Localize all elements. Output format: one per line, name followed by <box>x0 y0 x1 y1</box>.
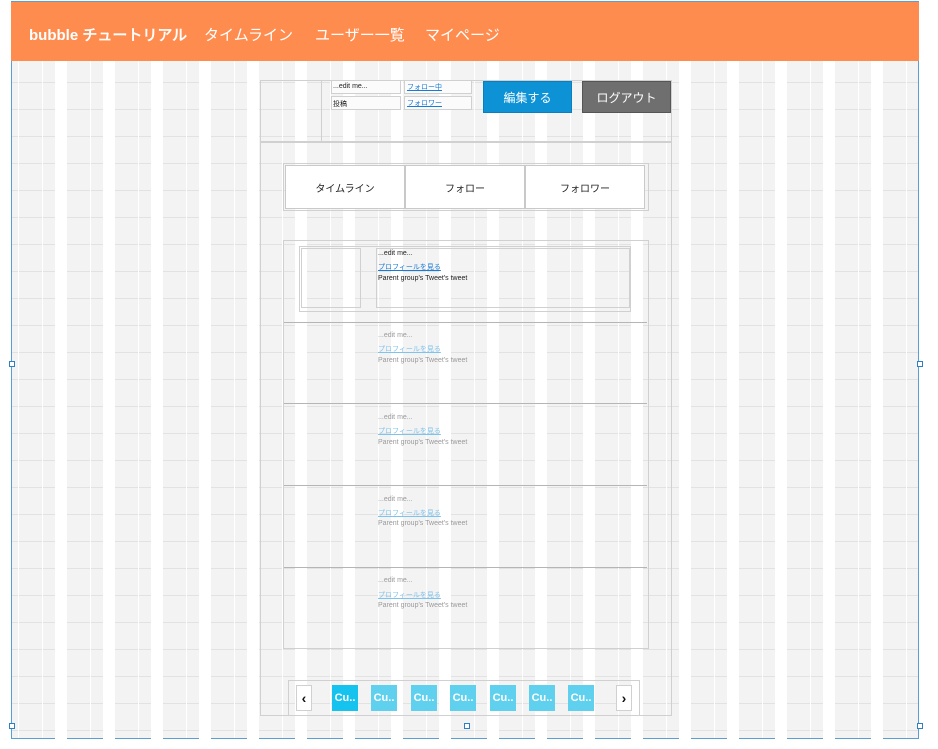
view-profile-link[interactable]: プロフィールを見る <box>378 262 441 272</box>
posts-label: 投稿 <box>333 101 347 108</box>
tweet-text: Parent group's Tweet's tweet <box>378 275 468 282</box>
cell-divider <box>284 485 647 486</box>
tweet-text: Parent group's Tweet's tweet <box>378 439 468 446</box>
resize-handle[interactable] <box>9 361 15 367</box>
following-link[interactable]: フォロー中 <box>407 82 442 92</box>
tweet-text: Parent group's Tweet's tweet <box>378 520 468 527</box>
cell-divider <box>284 403 647 404</box>
tweet-user-name: ...edit me... <box>378 577 413 584</box>
next-page-button[interactable]: › <box>616 685 632 711</box>
grid-column <box>679 60 691 749</box>
view-profile-link[interactable]: プロフィールを見る <box>378 508 441 518</box>
prev-page-button[interactable]: ‹ <box>296 685 312 711</box>
page-button[interactable]: Cu.. <box>411 685 437 711</box>
tweet-user-name: ...edit me... <box>378 250 413 257</box>
nav-link-timeline[interactable]: タイムライン <box>204 24 293 45</box>
page-button[interactable]: Cu.. <box>332 685 358 711</box>
page-button[interactable]: Cu.. <box>490 685 516 711</box>
tweet-text: Parent group's Tweet's tweet <box>378 602 468 609</box>
grid-column <box>727 60 739 749</box>
grid-column <box>103 60 115 749</box>
tab-timeline[interactable]: タイムライン <box>285 165 405 209</box>
tweet-user-name: ...edit me... <box>378 332 413 339</box>
grid-column <box>247 60 259 749</box>
tweet-avatar <box>301 248 361 308</box>
view-profile-link[interactable]: プロフィールを見る <box>378 344 441 354</box>
tweet-user-name: ...edit me... <box>378 496 413 503</box>
resize-handle[interactable] <box>917 361 923 367</box>
view-profile-link[interactable]: プロフィールを見る <box>378 590 441 600</box>
tab-follow[interactable]: フォロー <box>405 165 525 209</box>
nav-link-my-page[interactable]: マイページ <box>425 24 500 45</box>
grid-column <box>55 60 67 749</box>
view-profile-link[interactable]: プロフィールを見る <box>378 426 441 436</box>
edit-profile-button[interactable]: 編集する <box>483 81 572 113</box>
grid-column <box>871 60 883 749</box>
logout-button[interactable]: ログアウト <box>582 81 671 113</box>
cell-divider <box>284 567 647 568</box>
avatar <box>260 80 322 142</box>
grid-column <box>199 60 211 749</box>
grid-column <box>775 60 787 749</box>
page-button[interactable]: Cu.. <box>568 685 594 711</box>
nav-link-user-list[interactable]: ユーザー一覧 <box>315 24 405 45</box>
page-button[interactable]: Cu.. <box>450 685 476 711</box>
resize-handle[interactable] <box>9 723 15 729</box>
page-button[interactable]: Cu.. <box>371 685 397 711</box>
resize-handle[interactable] <box>464 723 470 729</box>
top-navbar: bubble チュートリアル タイムライン ユーザー一覧 マイページ <box>11 1 919 61</box>
brand-title[interactable]: bubble チュートリアル <box>29 24 187 45</box>
grid-column <box>823 60 835 749</box>
followers-link[interactable]: フォロワー <box>407 98 442 108</box>
grid-column <box>151 60 163 749</box>
cell-divider <box>284 322 647 323</box>
resize-handle[interactable] <box>917 723 923 729</box>
profile-name: ...edit me... <box>333 83 368 90</box>
tweet-user-name: ...edit me... <box>378 414 413 421</box>
tweet-text: Parent group's Tweet's tweet <box>378 357 468 364</box>
tab-followers[interactable]: フォロワー <box>525 165 645 209</box>
page-button[interactable]: Cu.. <box>529 685 555 711</box>
